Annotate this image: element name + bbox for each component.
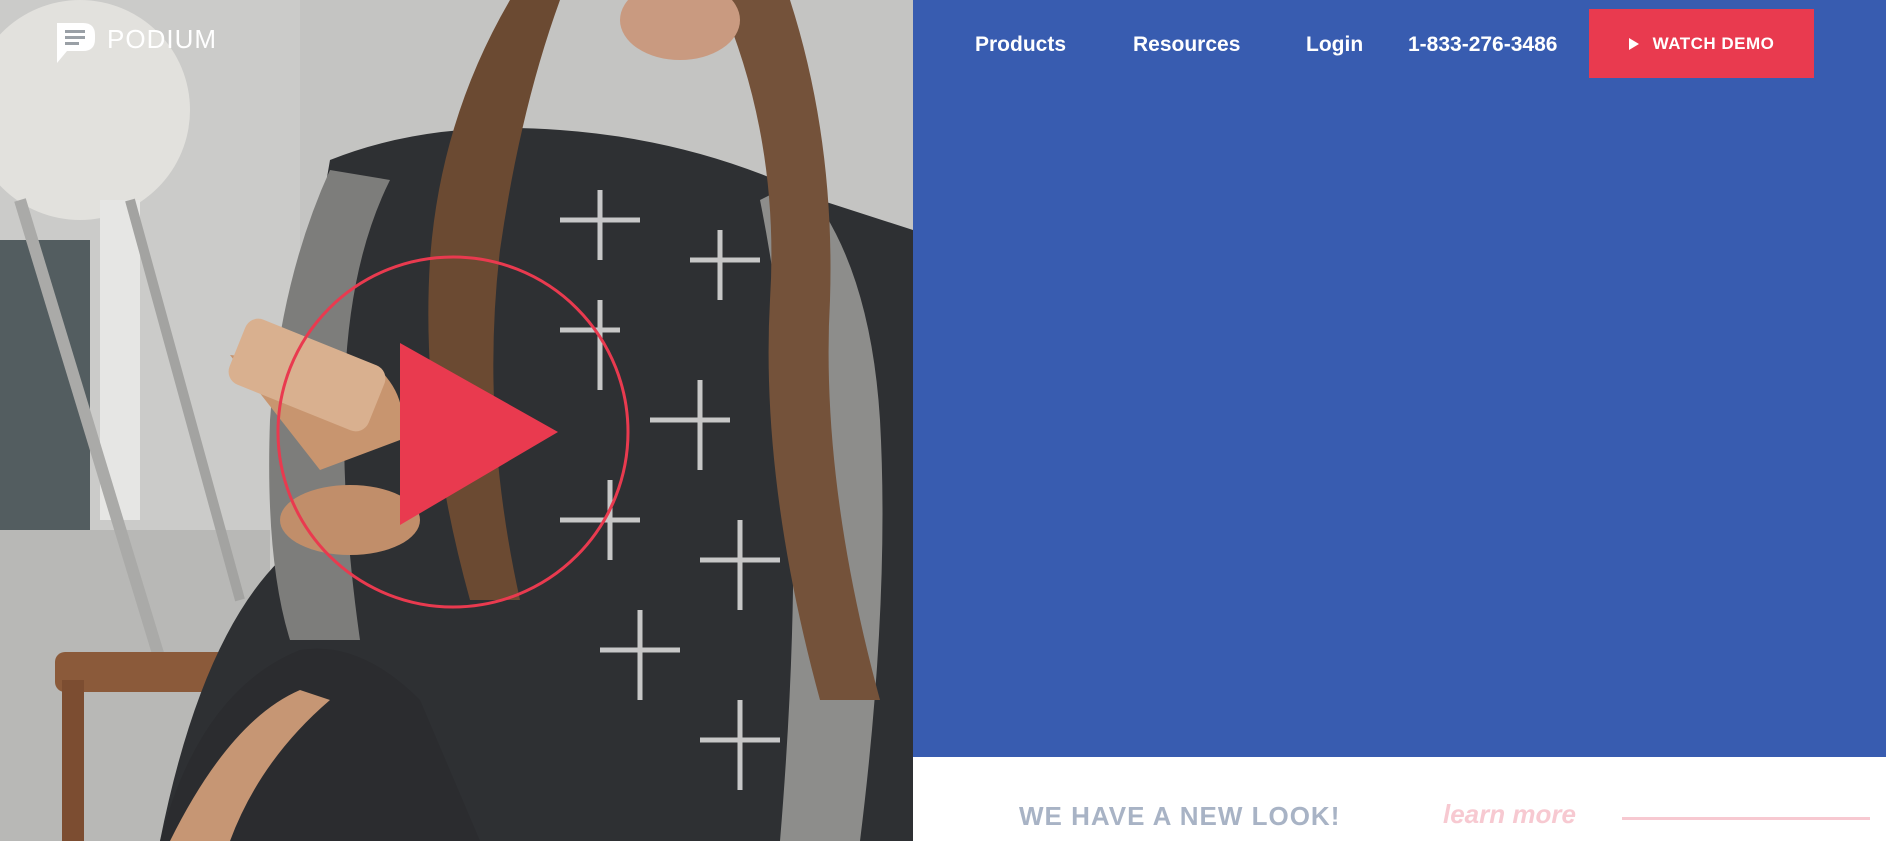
- announcement-text: WE HAVE A NEW LOOK!: [1019, 801, 1341, 831]
- video-play-button[interactable]: [276, 255, 630, 609]
- nav-phone-link[interactable]: 1-833-276-3486: [1408, 33, 1557, 57]
- play-circle-icon: [276, 255, 630, 609]
- nav-resources-link[interactable]: Resources: [1133, 33, 1240, 57]
- watch-demo-button[interactable]: WATCH DEMO: [1589, 9, 1814, 78]
- nav-login-link[interactable]: Login: [1306, 33, 1363, 57]
- watch-demo-label: WATCH DEMO: [1652, 33, 1775, 53]
- podium-logo-icon: [57, 23, 95, 63]
- play-icon: [1628, 37, 1639, 50]
- learn-more-link[interactable]: learn more: [1443, 799, 1576, 830]
- top-nav: Products Resources Login 1-833-276-3486 …: [913, 0, 1886, 88]
- learn-more-underline: [1622, 817, 1870, 820]
- hero-blue-panel: [913, 0, 1886, 757]
- landing-page: PODIUM Products Resources Login 1-833-27…: [0, 0, 1886, 841]
- brand-name: PODIUM: [107, 23, 217, 54]
- nav-products-link[interactable]: Products: [975, 33, 1066, 57]
- podium-logo[interactable]: PODIUM: [53, 19, 217, 67]
